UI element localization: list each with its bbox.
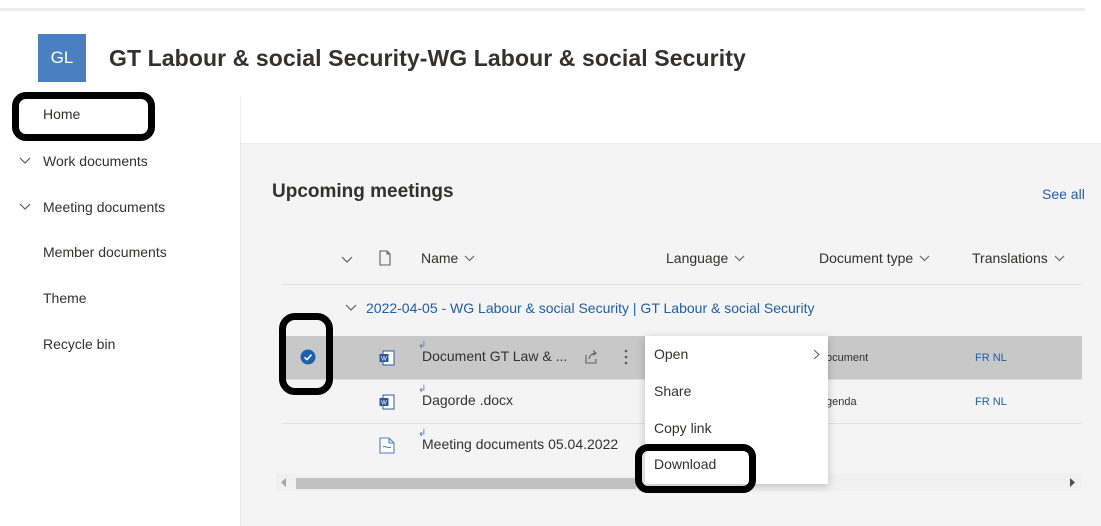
collapse-all-chevron-icon[interactable] bbox=[341, 256, 353, 264]
chevron-down-icon[interactable] bbox=[19, 157, 31, 165]
group-label: 2022-04-05 - WG Labour & social Security… bbox=[366, 300, 815, 316]
document-set-icon bbox=[379, 437, 395, 454]
site-header: GL GT Labour & social Security-WG Labour… bbox=[38, 34, 746, 82]
document-type-cell: genda bbox=[826, 396, 857, 408]
menu-item-copy-link[interactable]: Copy link bbox=[654, 420, 712, 436]
section-title: Upcoming meetings bbox=[272, 181, 454, 202]
site-title[interactable]: GT Labour & social Security-WG Labour & … bbox=[109, 45, 746, 72]
nav-item-work-documents[interactable]: Work documents bbox=[0, 144, 239, 184]
left-navigation: Home Work documents Meeting documents Me… bbox=[0, 97, 241, 526]
header-divider bbox=[282, 284, 1082, 285]
more-options-icon[interactable] bbox=[623, 348, 629, 366]
see-all-link[interactable]: See all bbox=[1042, 186, 1085, 202]
new-file-indicator-icon: ↲ bbox=[418, 340, 427, 351]
annotation-highlight-checkbox bbox=[279, 313, 333, 395]
chevron-down-icon[interactable] bbox=[345, 304, 357, 312]
group-header[interactable]: 2022-04-05 - WG Labour & social Security… bbox=[345, 300, 814, 316]
word-document-icon: W bbox=[379, 350, 395, 366]
annotation-highlight-download bbox=[635, 444, 756, 493]
column-header-name[interactable]: Name bbox=[421, 250, 475, 266]
nav-item-label: Work documents bbox=[43, 153, 148, 169]
scrollbar-thumb[interactable] bbox=[296, 478, 636, 489]
chevron-right-icon bbox=[813, 349, 820, 360]
menu-item-open[interactable]: Open bbox=[654, 346, 688, 362]
nav-item-theme[interactable]: Theme bbox=[0, 281, 239, 321]
chevron-down-icon bbox=[464, 255, 475, 261]
scroll-left-icon[interactable] bbox=[281, 478, 287, 487]
nav-item-meeting-documents[interactable]: Meeting documents bbox=[0, 190, 239, 230]
svg-text:W: W bbox=[381, 357, 387, 363]
new-file-indicator-icon: ↲ bbox=[418, 384, 427, 395]
translations-cell[interactable]: FR NL bbox=[975, 352, 1007, 364]
document-type-cell: ocument bbox=[826, 352, 869, 364]
menu-item-share[interactable]: Share bbox=[654, 383, 691, 399]
share-icon[interactable] bbox=[583, 349, 599, 365]
annotation-highlight-home bbox=[12, 92, 155, 141]
site-logo[interactable]: GL bbox=[38, 34, 86, 82]
command-bar bbox=[241, 97, 1101, 144]
file-name[interactable]: ↲ Dagorde .docx bbox=[418, 384, 513, 408]
chevron-down-icon bbox=[1054, 255, 1065, 261]
chevron-down-icon bbox=[734, 255, 745, 261]
column-header-label: Document type bbox=[819, 250, 914, 266]
chevron-down-icon[interactable] bbox=[19, 203, 31, 211]
chevron-down-icon bbox=[919, 255, 930, 261]
nav-item-member-documents[interactable]: Member documents bbox=[0, 235, 239, 275]
nav-item-label: Meeting documents bbox=[43, 199, 166, 215]
column-header-language[interactable]: Language bbox=[666, 250, 745, 266]
column-header-translations[interactable]: Translations bbox=[972, 250, 1065, 266]
new-file-indicator-icon: ↲ bbox=[418, 428, 427, 439]
file-name[interactable]: ↲ Document GT Law & ... bbox=[418, 340, 567, 364]
nav-item-label: Theme bbox=[43, 290, 87, 306]
word-document-icon: W bbox=[379, 394, 395, 410]
file-name[interactable]: ↲ Meeting documents 05.04.2022 bbox=[418, 428, 618, 452]
scroll-right-icon[interactable] bbox=[1070, 478, 1076, 487]
translations-cell[interactable]: FR NL bbox=[975, 396, 1007, 408]
top-divider bbox=[0, 8, 1085, 11]
column-header-label: Language bbox=[666, 250, 729, 266]
column-header-label: Translations bbox=[972, 250, 1048, 266]
nav-item-label: Member documents bbox=[43, 244, 167, 260]
column-header-label: Name bbox=[421, 250, 459, 266]
file-type-header-icon[interactable] bbox=[379, 250, 391, 266]
nav-item-label: Recycle bin bbox=[43, 336, 116, 352]
column-header-document-type[interactable]: Document type bbox=[819, 250, 930, 266]
svg-text:W: W bbox=[381, 401, 387, 407]
nav-item-recycle-bin[interactable]: Recycle bin bbox=[0, 327, 239, 367]
